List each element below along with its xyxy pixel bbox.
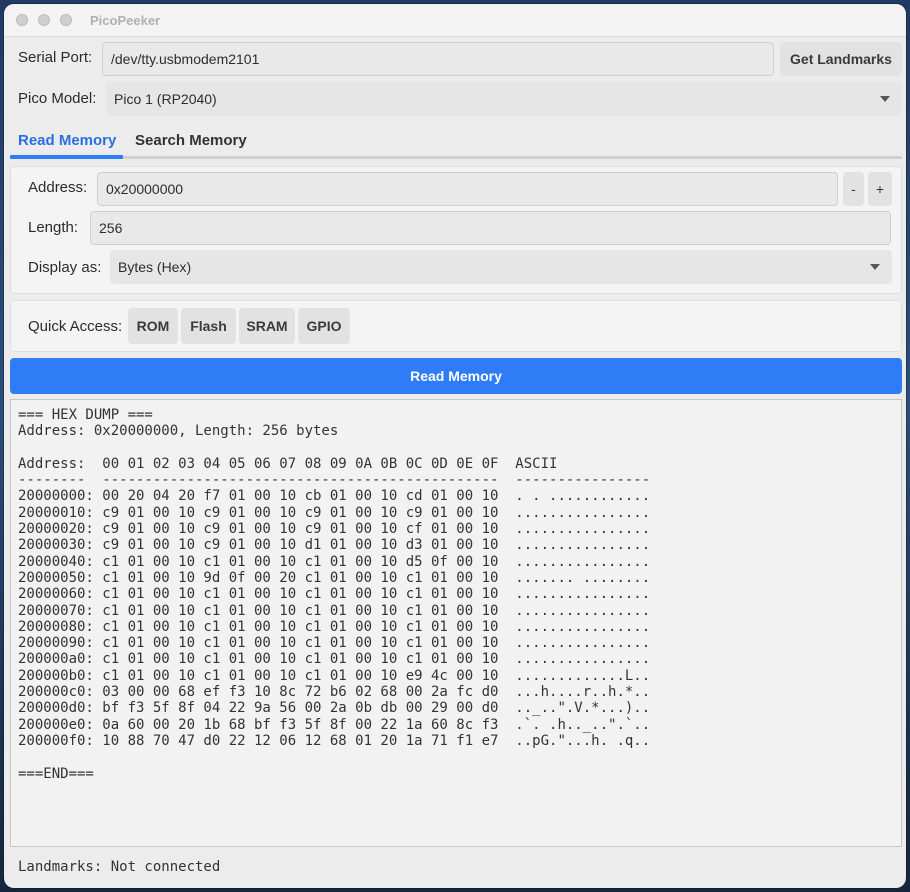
address-input[interactable]: 0x20000000 (97, 172, 838, 206)
minimize-window-icon[interactable] (38, 14, 50, 26)
pico-model-value: Pico 1 (RP2040) (114, 91, 217, 107)
serial-port-label: Serial Port: (18, 49, 93, 66)
tab-active-indicator (10, 155, 123, 159)
display-as-select[interactable]: Bytes (Hex) (110, 250, 892, 284)
pico-model-select[interactable]: Pico 1 (RP2040) (106, 82, 902, 116)
quick-rom-button[interactable]: ROM (128, 308, 178, 344)
serial-port-input[interactable]: /dev/tty.usbmodem2101 (102, 42, 774, 76)
tab-search-memory[interactable]: Search Memory (135, 132, 247, 149)
window-title: PicoPeeker (90, 13, 161, 28)
get-landmarks-button[interactable]: Get Landmarks (780, 42, 902, 76)
chevron-down-icon (880, 96, 890, 102)
address-increment-button[interactable]: + (868, 172, 892, 206)
display-as-label: Display as: (28, 259, 102, 276)
close-window-icon[interactable] (16, 14, 28, 26)
read-memory-button[interactable]: Read Memory (10, 358, 902, 394)
display-as-value: Bytes (Hex) (118, 259, 192, 275)
tab-bar-divider (10, 156, 902, 159)
zoom-window-icon[interactable] (60, 14, 72, 26)
landmarks-status: Landmarks: Not connected (18, 859, 221, 875)
address-label: Address: (28, 179, 88, 196)
quick-gpio-button[interactable]: GPIO (298, 308, 350, 344)
length-input[interactable]: 256 (90, 211, 891, 245)
hex-dump-output[interactable]: === HEX DUMP === Address: 0x20000000, Le… (10, 399, 902, 847)
quick-flash-button[interactable]: Flash (181, 308, 236, 344)
quick-access-label: Quick Access: (28, 318, 123, 335)
serial-port-value: /dev/tty.usbmodem2101 (111, 51, 260, 67)
pico-model-label: Pico Model: (18, 90, 97, 107)
tab-read-memory[interactable]: Read Memory (18, 132, 116, 149)
title-bar: PicoPeeker (4, 4, 906, 37)
app-window: PicoPeeker Serial Port: /dev/tty.usbmode… (4, 4, 906, 888)
length-label: Length: (28, 219, 79, 236)
length-value: 256 (99, 220, 123, 236)
quick-sram-button[interactable]: SRAM (239, 308, 295, 344)
address-value: 0x20000000 (106, 181, 184, 197)
chevron-down-icon (870, 264, 880, 270)
address-decrement-button[interactable]: - (843, 172, 864, 206)
hex-dump-text: === HEX DUMP === Address: 0x20000000, Le… (18, 407, 651, 782)
